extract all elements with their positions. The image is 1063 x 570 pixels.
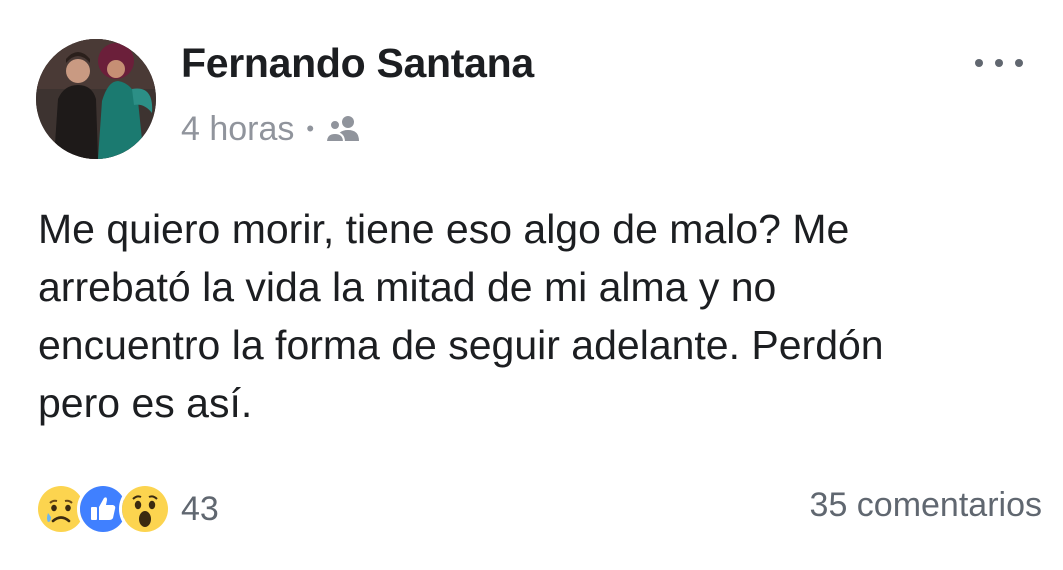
meta-separator: •: [306, 116, 315, 141]
comments-count[interactable]: 35 comentarios: [810, 486, 1042, 525]
more-dot: [975, 59, 983, 67]
post-card: Fernando Santana 4 horas • Me quiero mor…: [0, 0, 1063, 570]
more-dot: [1015, 59, 1023, 67]
timestamp[interactable]: 4 horas: [181, 110, 294, 149]
friends-icon[interactable]: [324, 114, 362, 144]
reactions-summary[interactable]: 43: [35, 483, 219, 535]
more-dot: [995, 59, 1003, 67]
post-text: Me quiero morir, tiene eso algo de malo?…: [38, 206, 884, 426]
reaction-count[interactable]: 43: [181, 490, 219, 529]
post-meta: 4 horas •: [181, 108, 362, 150]
author-name[interactable]: Fernando Santana: [181, 40, 534, 87]
more-options-icon[interactable]: [975, 50, 1023, 76]
wow-reaction-icon: [119, 483, 171, 535]
avatar[interactable]: [36, 39, 156, 159]
